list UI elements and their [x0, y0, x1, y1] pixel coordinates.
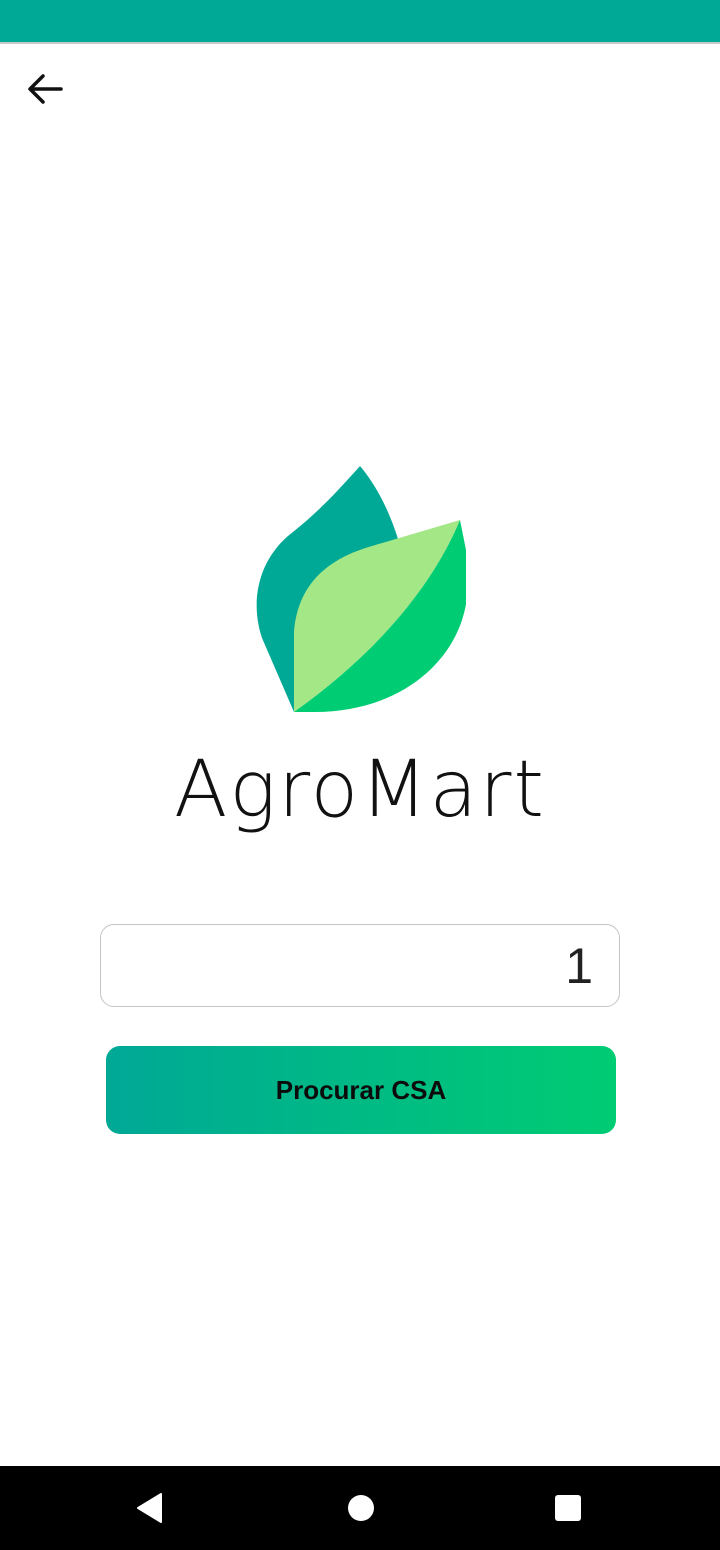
- back-button[interactable]: [20, 64, 70, 114]
- system-back-button[interactable]: [126, 1484, 174, 1532]
- arrow-left-icon: [28, 74, 63, 104]
- search-csa-button-label: Procurar CSA: [275, 1074, 447, 1105]
- square-recents-icon: [555, 1495, 581, 1521]
- csa-code-field[interactable]: [100, 924, 620, 1007]
- app-title: AgroMart: [174, 745, 546, 835]
- leaf-logo-icon: [256, 466, 466, 712]
- circle-home-icon: [348, 1495, 374, 1521]
- agromart-logo: [250, 462, 470, 718]
- system-recents-button[interactable]: [544, 1484, 592, 1532]
- status-bar: [0, 0, 720, 44]
- system-home-button[interactable]: [337, 1484, 385, 1532]
- system-navigation-bar: [0, 1466, 720, 1550]
- search-csa-button[interactable]: Procurar CSA: [106, 1046, 616, 1134]
- triangle-back-icon: [137, 1493, 162, 1523]
- csa-code-input[interactable]: [101, 925, 619, 1006]
